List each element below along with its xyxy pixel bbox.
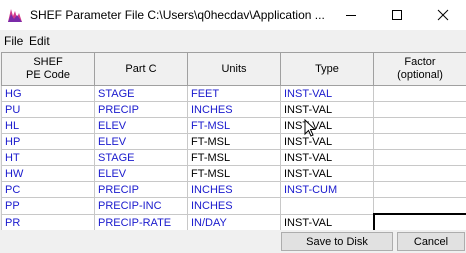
cell-units[interactable]: INCHES: [187, 197, 281, 215]
maximize-icon: [392, 10, 402, 20]
table-row[interactable]: HG STAGE FEET INST-VAL: [1, 85, 466, 102]
cell-part-c[interactable]: PRECIP: [94, 181, 188, 198]
cell-type[interactable]: INST-VAL: [280, 101, 374, 118]
cell-shef-pe-code[interactable]: PC: [1, 181, 95, 198]
cell-shef-pe-code[interactable]: PP: [1, 197, 95, 215]
cell-units[interactable]: FT-MSL: [187, 165, 281, 182]
close-button[interactable]: [420, 0, 466, 30]
cell-units[interactable]: INCHES: [187, 101, 281, 118]
cell-factor[interactable]: [373, 149, 466, 166]
column-header-type[interactable]: Type: [280, 52, 374, 86]
table-header-row: SHEF PE Code Part C Units Type Factor (opt…: [1, 52, 466, 86]
column-header-units[interactable]: Units: [187, 52, 281, 86]
cell-units[interactable]: FT-MSL: [187, 133, 281, 150]
cell-part-c[interactable]: ELEV: [94, 133, 188, 150]
table-row[interactable]: PU PRECIP INCHES INST-VAL: [1, 101, 466, 118]
cell-type[interactable]: INST-CUM: [280, 181, 374, 198]
cell-shef-pe-code[interactable]: PU: [1, 101, 95, 118]
table-row[interactable]: HLELEVFT-MSLINST-VAL: [1, 117, 466, 134]
cell-units[interactable]: FT-MSL: [187, 117, 281, 134]
cell-type[interactable]: INST-VAL: [280, 133, 374, 150]
table-row[interactable]: PP PRECIP-INC INCHES: [1, 197, 466, 215]
cell-type[interactable]: [280, 197, 374, 215]
column-header-part-c[interactable]: Part C: [94, 52, 188, 86]
cell-shef-pe-code[interactable]: HT: [1, 149, 95, 166]
cell-part-c[interactable]: STAGE: [94, 85, 188, 102]
cell-type[interactable]: INST-VAL: [280, 85, 374, 102]
cell-shef-pe-code[interactable]: HW: [1, 165, 95, 182]
cell-factor[interactable]: [373, 197, 466, 215]
save-to-disk-button[interactable]: Save to Disk: [281, 232, 393, 251]
window-title: SHEF Parameter File C:\Users\q0hecdav\Ap…: [30, 8, 325, 22]
column-header-factor[interactable]: Factor (optional): [373, 52, 466, 86]
table-row[interactable]: HW ELEV FT-MSL INST-VAL: [1, 165, 466, 182]
cell-part-c[interactable]: ELEV: [94, 117, 188, 134]
table-row[interactable]: PC PRECIP INCHES INST-CUM: [1, 181, 466, 198]
cell-part-c[interactable]: PRECIP-RATE: [94, 213, 188, 230]
cell-shef-pe-code[interactable]: HL: [1, 117, 95, 134]
cell-type[interactable]: INST-VAL: [280, 117, 374, 134]
cell-type[interactable]: INST-VAL: [280, 165, 374, 182]
table-row[interactable]: HT STAGE FT-MSL INST-VAL: [1, 149, 466, 166]
cell-units[interactable]: IN/DAY: [187, 213, 281, 230]
cell-shef-pe-code[interactable]: PR: [1, 213, 95, 230]
minimize-icon: [346, 15, 356, 16]
mouse-cursor-icon: [304, 119, 316, 137]
cell-shef-pe-code[interactable]: HP: [1, 133, 95, 150]
title-bar: SHEF Parameter File C:\Users\q0hecdav\Ap…: [0, 0, 466, 30]
column-header-shef-pe-code[interactable]: SHEF PE Code: [1, 52, 95, 86]
cell-factor[interactable]: [373, 133, 466, 150]
cell-factor[interactable]: [372, 213, 466, 230]
hec-dss-app-icon[interactable]: [7, 7, 23, 23]
cell-part-c[interactable]: STAGE: [94, 149, 188, 166]
cell-type[interactable]: INST-VAL: [280, 213, 374, 230]
cell-type[interactable]: INST-VAL: [280, 149, 374, 166]
cell-units[interactable]: FEET: [187, 85, 281, 102]
cell-part-c[interactable]: PRECIP: [94, 101, 188, 118]
cell-factor[interactable]: [373, 117, 466, 134]
cell-factor[interactable]: [373, 101, 466, 118]
cell-part-c[interactable]: PRECIP-INC: [94, 197, 188, 215]
cancel-button[interactable]: Cancel: [397, 232, 465, 251]
shef-parameter-table: SHEF PE Code Part C Units Type Factor (opt…: [1, 52, 466, 230]
cell-units[interactable]: INCHES: [187, 181, 281, 198]
cell-factor[interactable]: [373, 165, 466, 182]
cell-factor[interactable]: [373, 85, 466, 102]
cell-part-c[interactable]: ELEV: [94, 165, 188, 182]
menu-file[interactable]: File: [4, 34, 23, 48]
maximize-button[interactable]: [374, 0, 420, 30]
close-icon: [437, 9, 449, 21]
cell-factor[interactable]: [373, 181, 466, 198]
table-row[interactable]: HP ELEV FT-MSL INST-VAL: [1, 133, 466, 150]
menu-bar: File Edit: [0, 31, 466, 51]
menu-edit[interactable]: Edit: [29, 34, 50, 48]
cell-shef-pe-code[interactable]: HG: [1, 85, 95, 102]
table-row[interactable]: PR PRECIP-RATE IN/DAY INST-VAL: [1, 213, 466, 230]
cell-units[interactable]: FT-MSL: [187, 149, 281, 166]
minimize-button[interactable]: [328, 0, 374, 30]
